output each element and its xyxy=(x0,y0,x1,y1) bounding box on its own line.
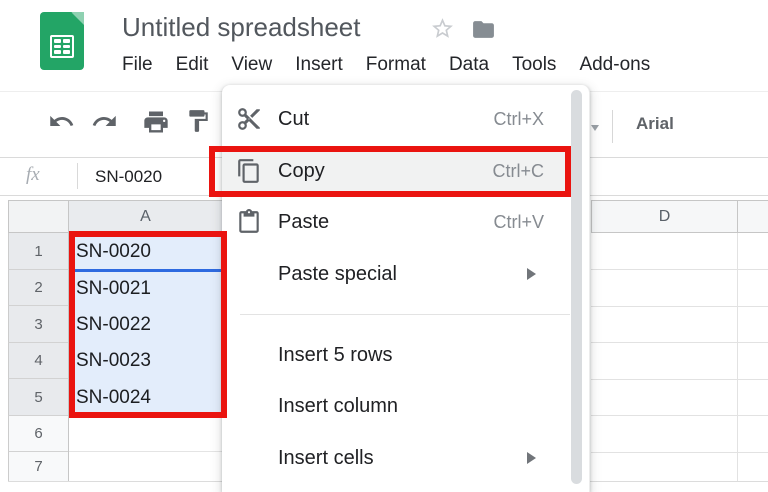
menu-item-paste-special[interactable]: Paste special xyxy=(222,250,570,298)
menu-separator xyxy=(240,314,570,315)
gridline-col-e xyxy=(737,233,738,482)
submenu-arrow-icon xyxy=(527,452,536,464)
row-header-7[interactable]: 7 xyxy=(8,452,68,482)
menu-item-copy[interactable]: Copy Ctrl+C xyxy=(222,147,570,195)
cell-a6[interactable] xyxy=(69,416,222,452)
row-header-3[interactable]: 3 xyxy=(8,306,68,343)
menu-item-label: Copy xyxy=(278,160,325,183)
row-header-1[interactable]: 1 xyxy=(8,233,68,270)
row-header-5[interactable]: 5 xyxy=(8,379,68,416)
menu-item-shortcut: Ctrl+V xyxy=(493,212,544,233)
menu-item-cut[interactable]: Cut Ctrl+X xyxy=(222,95,570,143)
menu-item-shortcut: Ctrl+C xyxy=(492,161,544,182)
menu-item-insert-column[interactable]: Insert column xyxy=(222,382,570,430)
menu-item-label: Paste special xyxy=(278,263,397,286)
document-title[interactable]: Untitled spreadsheet xyxy=(122,12,360,43)
menu-item-label: Paste xyxy=(278,211,329,234)
menu-add-ons[interactable]: Add-ons xyxy=(579,54,650,76)
paint-format-icon[interactable] xyxy=(185,108,211,139)
column-header-a[interactable]: A xyxy=(68,200,223,233)
context-menu: Cut Ctrl+X Copy Ctrl+C Paste Ctrl+V Past… xyxy=(222,85,590,492)
formula-bar-input[interactable]: SN-0020 xyxy=(95,167,162,187)
cell-a4[interactable]: SN-0023 xyxy=(69,343,222,379)
menu-item-insert-5-rows[interactable]: Insert 5 rows xyxy=(222,331,570,379)
menu-file[interactable]: File xyxy=(122,54,153,76)
cell-a3[interactable]: SN-0022 xyxy=(69,306,222,343)
star-icon[interactable] xyxy=(430,16,455,46)
cell-a5[interactable]: SN-0024 xyxy=(69,379,222,416)
column-header-d[interactable]: D xyxy=(591,200,738,233)
menu-tools[interactable]: Tools xyxy=(512,54,556,76)
font-family-selector[interactable]: Arial xyxy=(636,114,674,134)
cell-a7[interactable] xyxy=(69,452,222,482)
clipboard-icon xyxy=(236,209,262,235)
redo-icon[interactable] xyxy=(91,108,118,140)
menu-item-shortcut: Ctrl+X xyxy=(493,109,544,130)
formula-bar-divider xyxy=(77,163,78,189)
menu-item-label: Insert column xyxy=(278,395,398,418)
google-sheets-app: Untitled spreadsheet File Edit View Inse… xyxy=(0,0,768,492)
cell-a2[interactable]: SN-0021 xyxy=(69,272,222,306)
menu-view[interactable]: View xyxy=(231,54,272,76)
select-all-corner[interactable] xyxy=(8,200,69,233)
menu-item-label: Cut xyxy=(278,108,309,131)
menu-item-paste[interactable]: Paste Ctrl+V xyxy=(222,198,570,246)
undo-icon[interactable] xyxy=(48,108,75,140)
menu-edit[interactable]: Edit xyxy=(176,54,209,76)
menu-data[interactable]: Data xyxy=(449,54,489,76)
menu-item-label: Insert cells xyxy=(278,447,374,470)
scissors-icon xyxy=(236,106,262,132)
copy-icon xyxy=(236,158,262,184)
font-size-dropdown-caret-icon[interactable] xyxy=(591,125,599,131)
fx-icon: fx xyxy=(26,164,40,186)
context-menu-scrollbar[interactable] xyxy=(571,90,582,484)
sheets-logo-icon[interactable] xyxy=(40,12,84,70)
menu-bar: File Edit View Insert Format Data Tools … xyxy=(122,54,650,76)
sheets-logo-fold xyxy=(71,12,84,25)
row-header-2[interactable]: 2 xyxy=(8,270,68,306)
print-icon[interactable] xyxy=(142,108,170,141)
row-header-6[interactable]: 6 xyxy=(8,416,68,452)
move-to-folder-icon[interactable] xyxy=(470,17,497,47)
menu-format[interactable]: Format xyxy=(366,54,426,76)
active-cell-border xyxy=(74,269,222,272)
column-header-e[interactable] xyxy=(737,200,768,233)
row-header-4[interactable]: 4 xyxy=(8,343,68,379)
toolbar-divider xyxy=(612,110,613,143)
menu-item-insert-cells[interactable]: Insert cells xyxy=(222,434,570,482)
menu-insert[interactable]: Insert xyxy=(295,54,343,76)
submenu-arrow-icon xyxy=(527,268,536,280)
cell-a1[interactable]: SN-0020 xyxy=(69,234,222,270)
sheets-logo-grid-glyph xyxy=(50,35,74,58)
menu-item-label: Insert 5 rows xyxy=(278,344,392,367)
